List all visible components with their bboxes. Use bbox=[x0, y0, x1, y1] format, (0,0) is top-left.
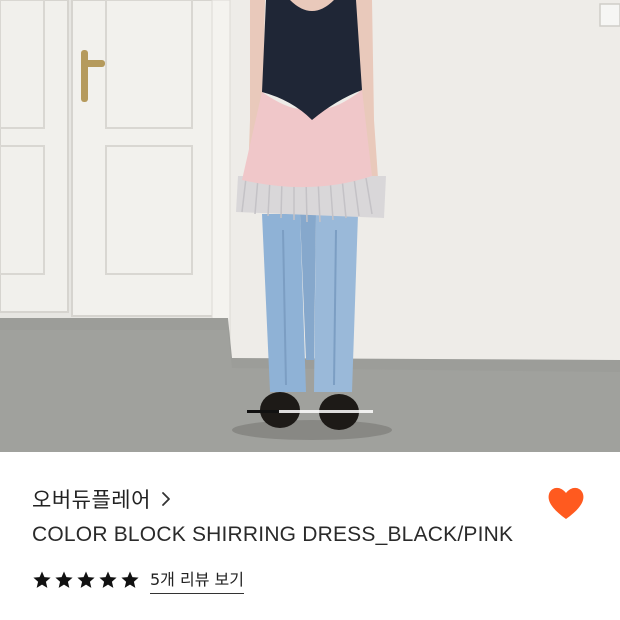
star-icon bbox=[98, 570, 118, 590]
review-link[interactable]: 5개 리뷰 보기 bbox=[150, 566, 244, 594]
star-icon bbox=[76, 570, 96, 590]
star-icon bbox=[32, 570, 52, 590]
brand-name[interactable]: 오버듀플레어 bbox=[32, 484, 151, 514]
product-image-carousel[interactable] bbox=[0, 0, 620, 452]
product-photo bbox=[0, 0, 620, 452]
carousel-pager[interactable] bbox=[247, 410, 373, 413]
carousel-pager-indicator bbox=[247, 410, 279, 413]
brand-link[interactable]: 오버듀플레어 bbox=[32, 484, 171, 514]
star-icon bbox=[54, 570, 74, 590]
star-icon bbox=[120, 570, 140, 590]
chevron-right-icon[interactable] bbox=[161, 491, 171, 507]
like-button[interactable] bbox=[545, 482, 587, 524]
product-title: COLOR BLOCK SHIRRING DRESS_BLACK/PINK bbox=[32, 523, 514, 546]
heart-icon[interactable] bbox=[545, 482, 587, 524]
rating-row: 5개 리뷰 보기 bbox=[32, 566, 244, 594]
product-info: 오버듀플레어 COLOR BLOCK SHIRRING DRESS_BLACK/… bbox=[0, 452, 620, 620]
rating-stars bbox=[32, 570, 142, 590]
